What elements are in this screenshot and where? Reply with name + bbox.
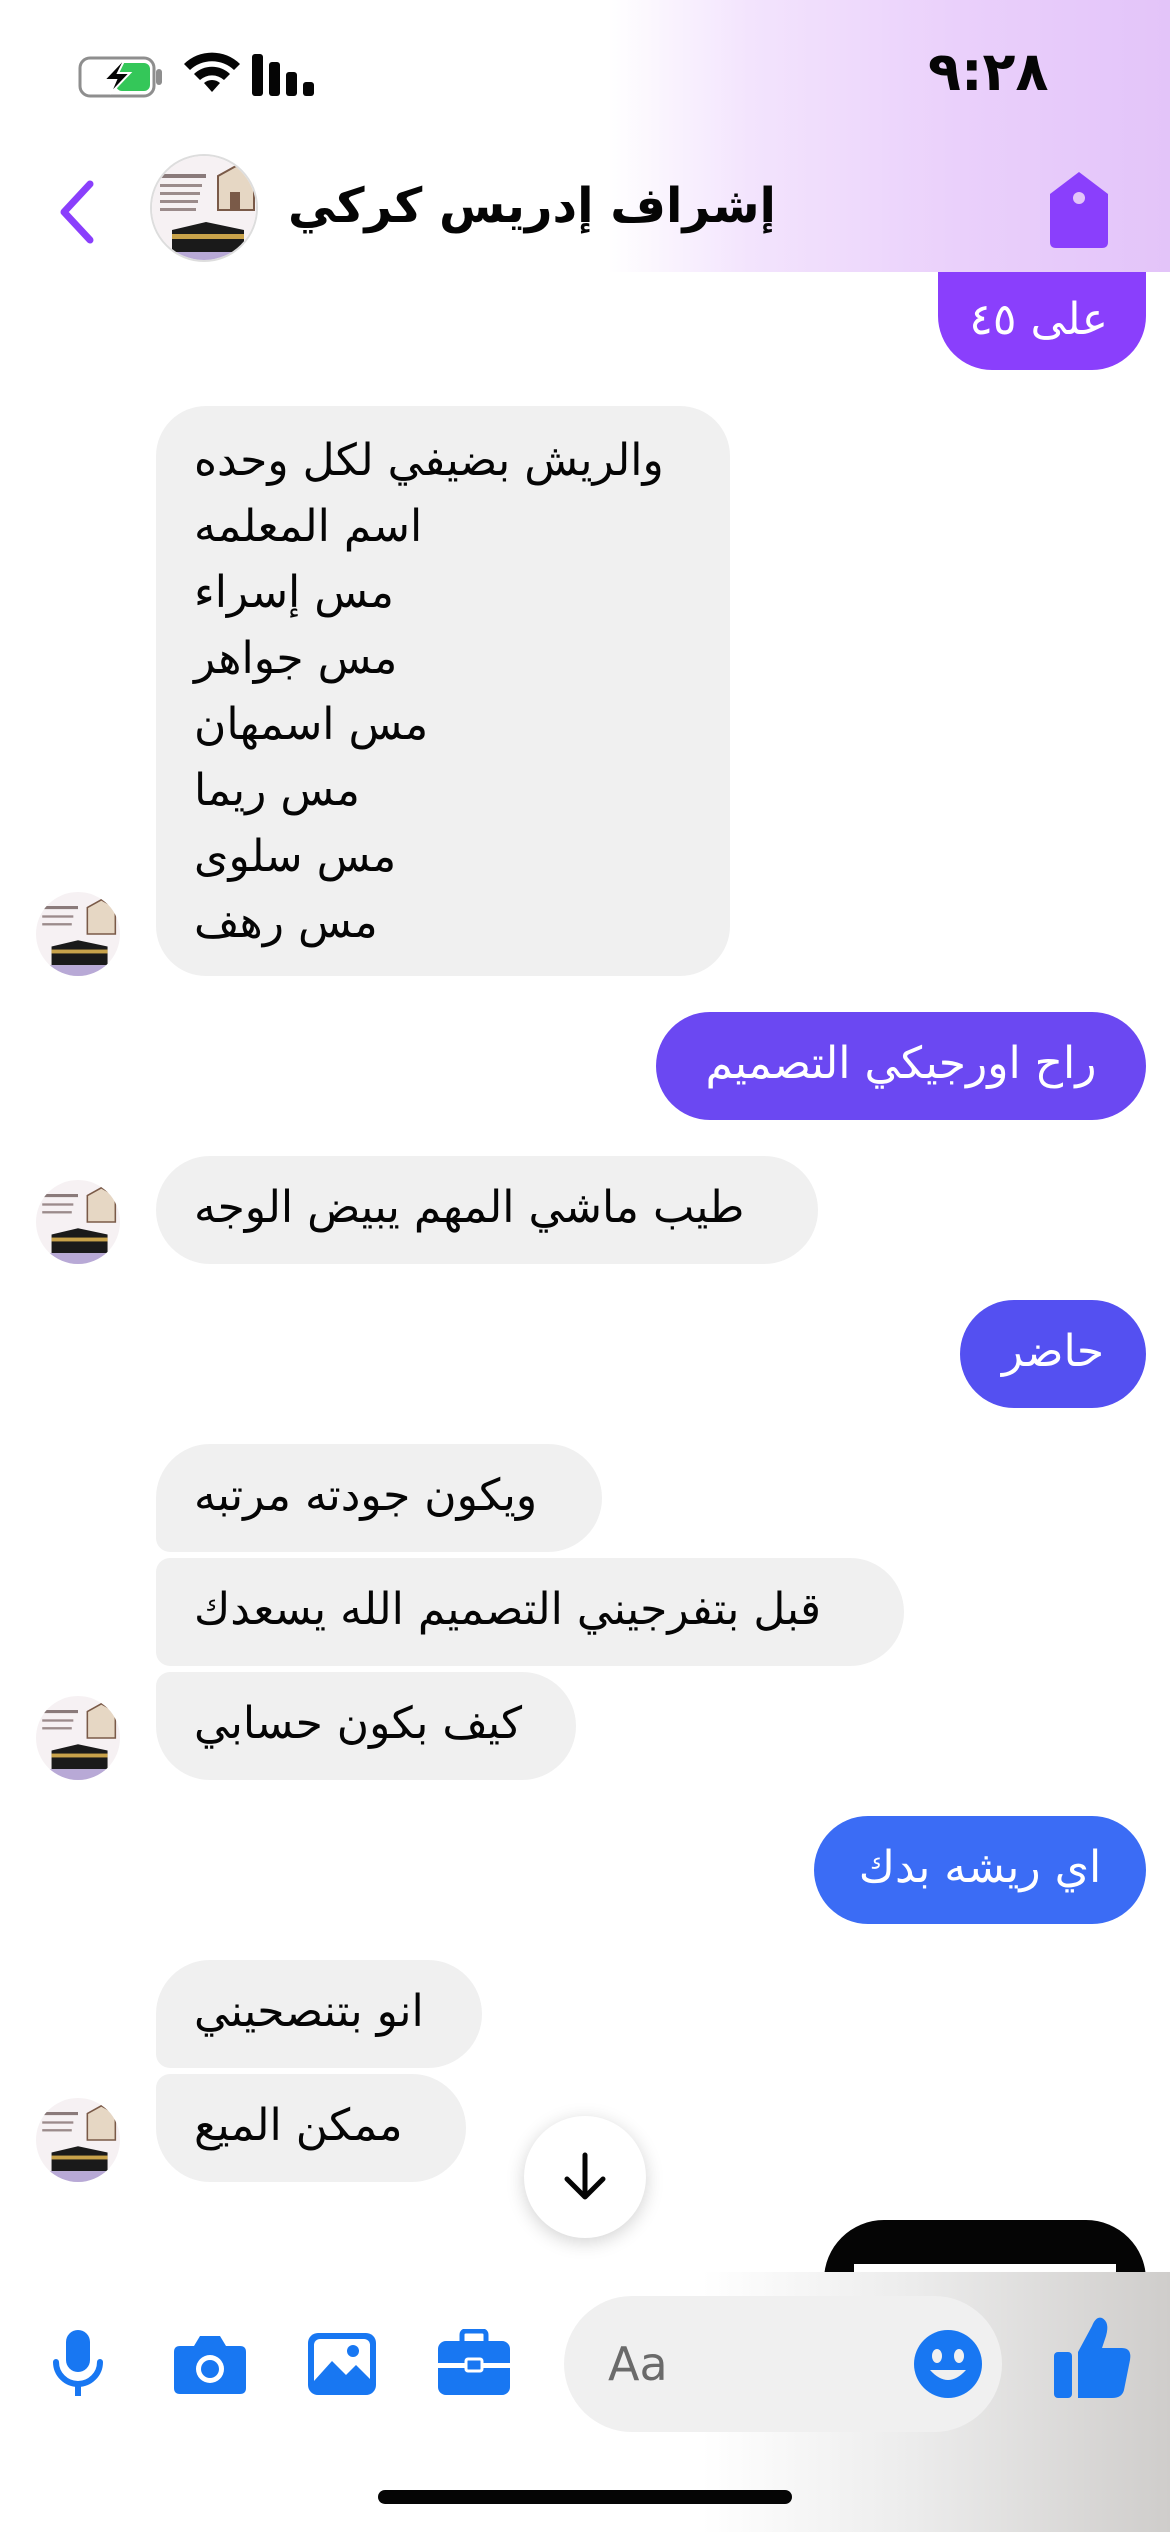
contact-avatar[interactable]	[150, 154, 258, 262]
kaaba-avatar-image	[36, 1696, 120, 1780]
home-indicator	[378, 2490, 792, 2504]
back-button[interactable]	[44, 172, 108, 252]
sender-avatar[interactable]	[36, 2098, 120, 2182]
message-text-line: مس ريما	[194, 765, 360, 816]
kaaba-avatar-image	[152, 156, 256, 260]
message-text: انو بتنصحيني	[194, 1986, 424, 2037]
wifi-icon	[184, 52, 240, 92]
message-text-line: اسم المعلمه	[194, 501, 423, 552]
media-message-preview[interactable]	[824, 2220, 1146, 2280]
message-text: ويكون جودته مرتبه	[194, 1470, 538, 1521]
microphone-button[interactable]	[38, 2324, 118, 2404]
message-text: اي ريشه بدك	[858, 1842, 1102, 1893]
message-text: قبل بتفرجيني التصميم الله يسعدك	[194, 1584, 821, 1635]
message-text-line: مس إسراء	[194, 567, 394, 618]
message-text: راح اورجيكي التصميم	[705, 1038, 1097, 1089]
message-input-container	[564, 2296, 1002, 2432]
gallery-button[interactable]	[302, 2324, 382, 2404]
chevron-left-icon	[60, 180, 94, 244]
camera-button[interactable]	[170, 2324, 250, 2404]
message-text: كيف بكون حسابي	[194, 1698, 523, 1749]
message-text: طيب ماشي المهم يبيض الوجه	[194, 1182, 745, 1233]
message-outgoing[interactable]: اي ريشه بدك	[814, 1816, 1146, 1924]
kaaba-avatar-image	[36, 2098, 120, 2182]
scroll-to-bottom-button[interactable]	[524, 2116, 646, 2238]
tag-icon	[1050, 172, 1108, 248]
kaaba-avatar-image	[36, 1180, 120, 1264]
message-text-line: والريش بضيفي لكل وحده	[194, 435, 664, 486]
tag-button[interactable]	[1046, 170, 1112, 250]
battery-charging-icon	[78, 56, 162, 98]
message-text-line: مس جواهر	[194, 633, 398, 684]
thumbs-up-icon[interactable]	[1052, 2312, 1132, 2402]
message-incoming[interactable]: طيب ماشي المهم يبيض الوجه	[156, 1156, 818, 1264]
message-outgoing[interactable]: حاضر	[960, 1300, 1146, 1408]
message-incoming[interactable]: ويكون جودته مرتبه	[156, 1444, 602, 1552]
sender-avatar[interactable]	[36, 1696, 120, 1780]
message-incoming[interactable]: كيف بكون حسابي	[156, 1672, 576, 1780]
message-input[interactable]	[608, 2326, 908, 2402]
briefcase-icon	[438, 2329, 510, 2395]
status-time: ٩:٢٨	[928, 40, 1049, 103]
status-bar: ٩:٢٨	[0, 0, 1170, 150]
message-text: ممكن الميع	[194, 2100, 403, 2151]
arrow-down-icon	[564, 2152, 606, 2200]
message-text-line: مس رهف	[194, 897, 378, 948]
message-incoming[interactable]: قبل بتفرجيني التصميم الله يسعدك	[156, 1558, 904, 1666]
message-text-line: مس اسمهان	[194, 699, 429, 750]
contact-name[interactable]: إشراف إدريس كركي	[288, 178, 808, 244]
message-text: على ٤٥	[969, 294, 1108, 345]
message-outgoing[interactable]: على ٤٥	[938, 272, 1146, 370]
cellular-signal-icon	[252, 54, 314, 96]
sender-avatar[interactable]	[36, 1180, 120, 1264]
camera-icon	[174, 2336, 246, 2394]
message-incoming[interactable]: ممكن الميع	[156, 2074, 466, 2182]
microphone-icon	[53, 2330, 103, 2396]
conversation-header: إشراف إدريس كركي	[0, 150, 1170, 272]
image-icon	[308, 2333, 376, 2395]
message-incoming[interactable]: انو بتنصحيني	[156, 1960, 482, 2068]
message-text-line: مس سلوى	[194, 831, 397, 882]
message-outgoing[interactable]: راح اورجيكي التصميم	[656, 1012, 1146, 1120]
message-incoming[interactable]: والريش بضيفي لكل وحده اسم المعلمه مس إسر…	[156, 406, 730, 976]
sender-avatar[interactable]	[36, 892, 120, 976]
apps-button[interactable]	[434, 2324, 514, 2404]
message-text: حاضر	[1001, 1326, 1105, 1377]
emoji-icon[interactable]	[912, 2328, 984, 2400]
kaaba-avatar-image	[36, 892, 120, 976]
